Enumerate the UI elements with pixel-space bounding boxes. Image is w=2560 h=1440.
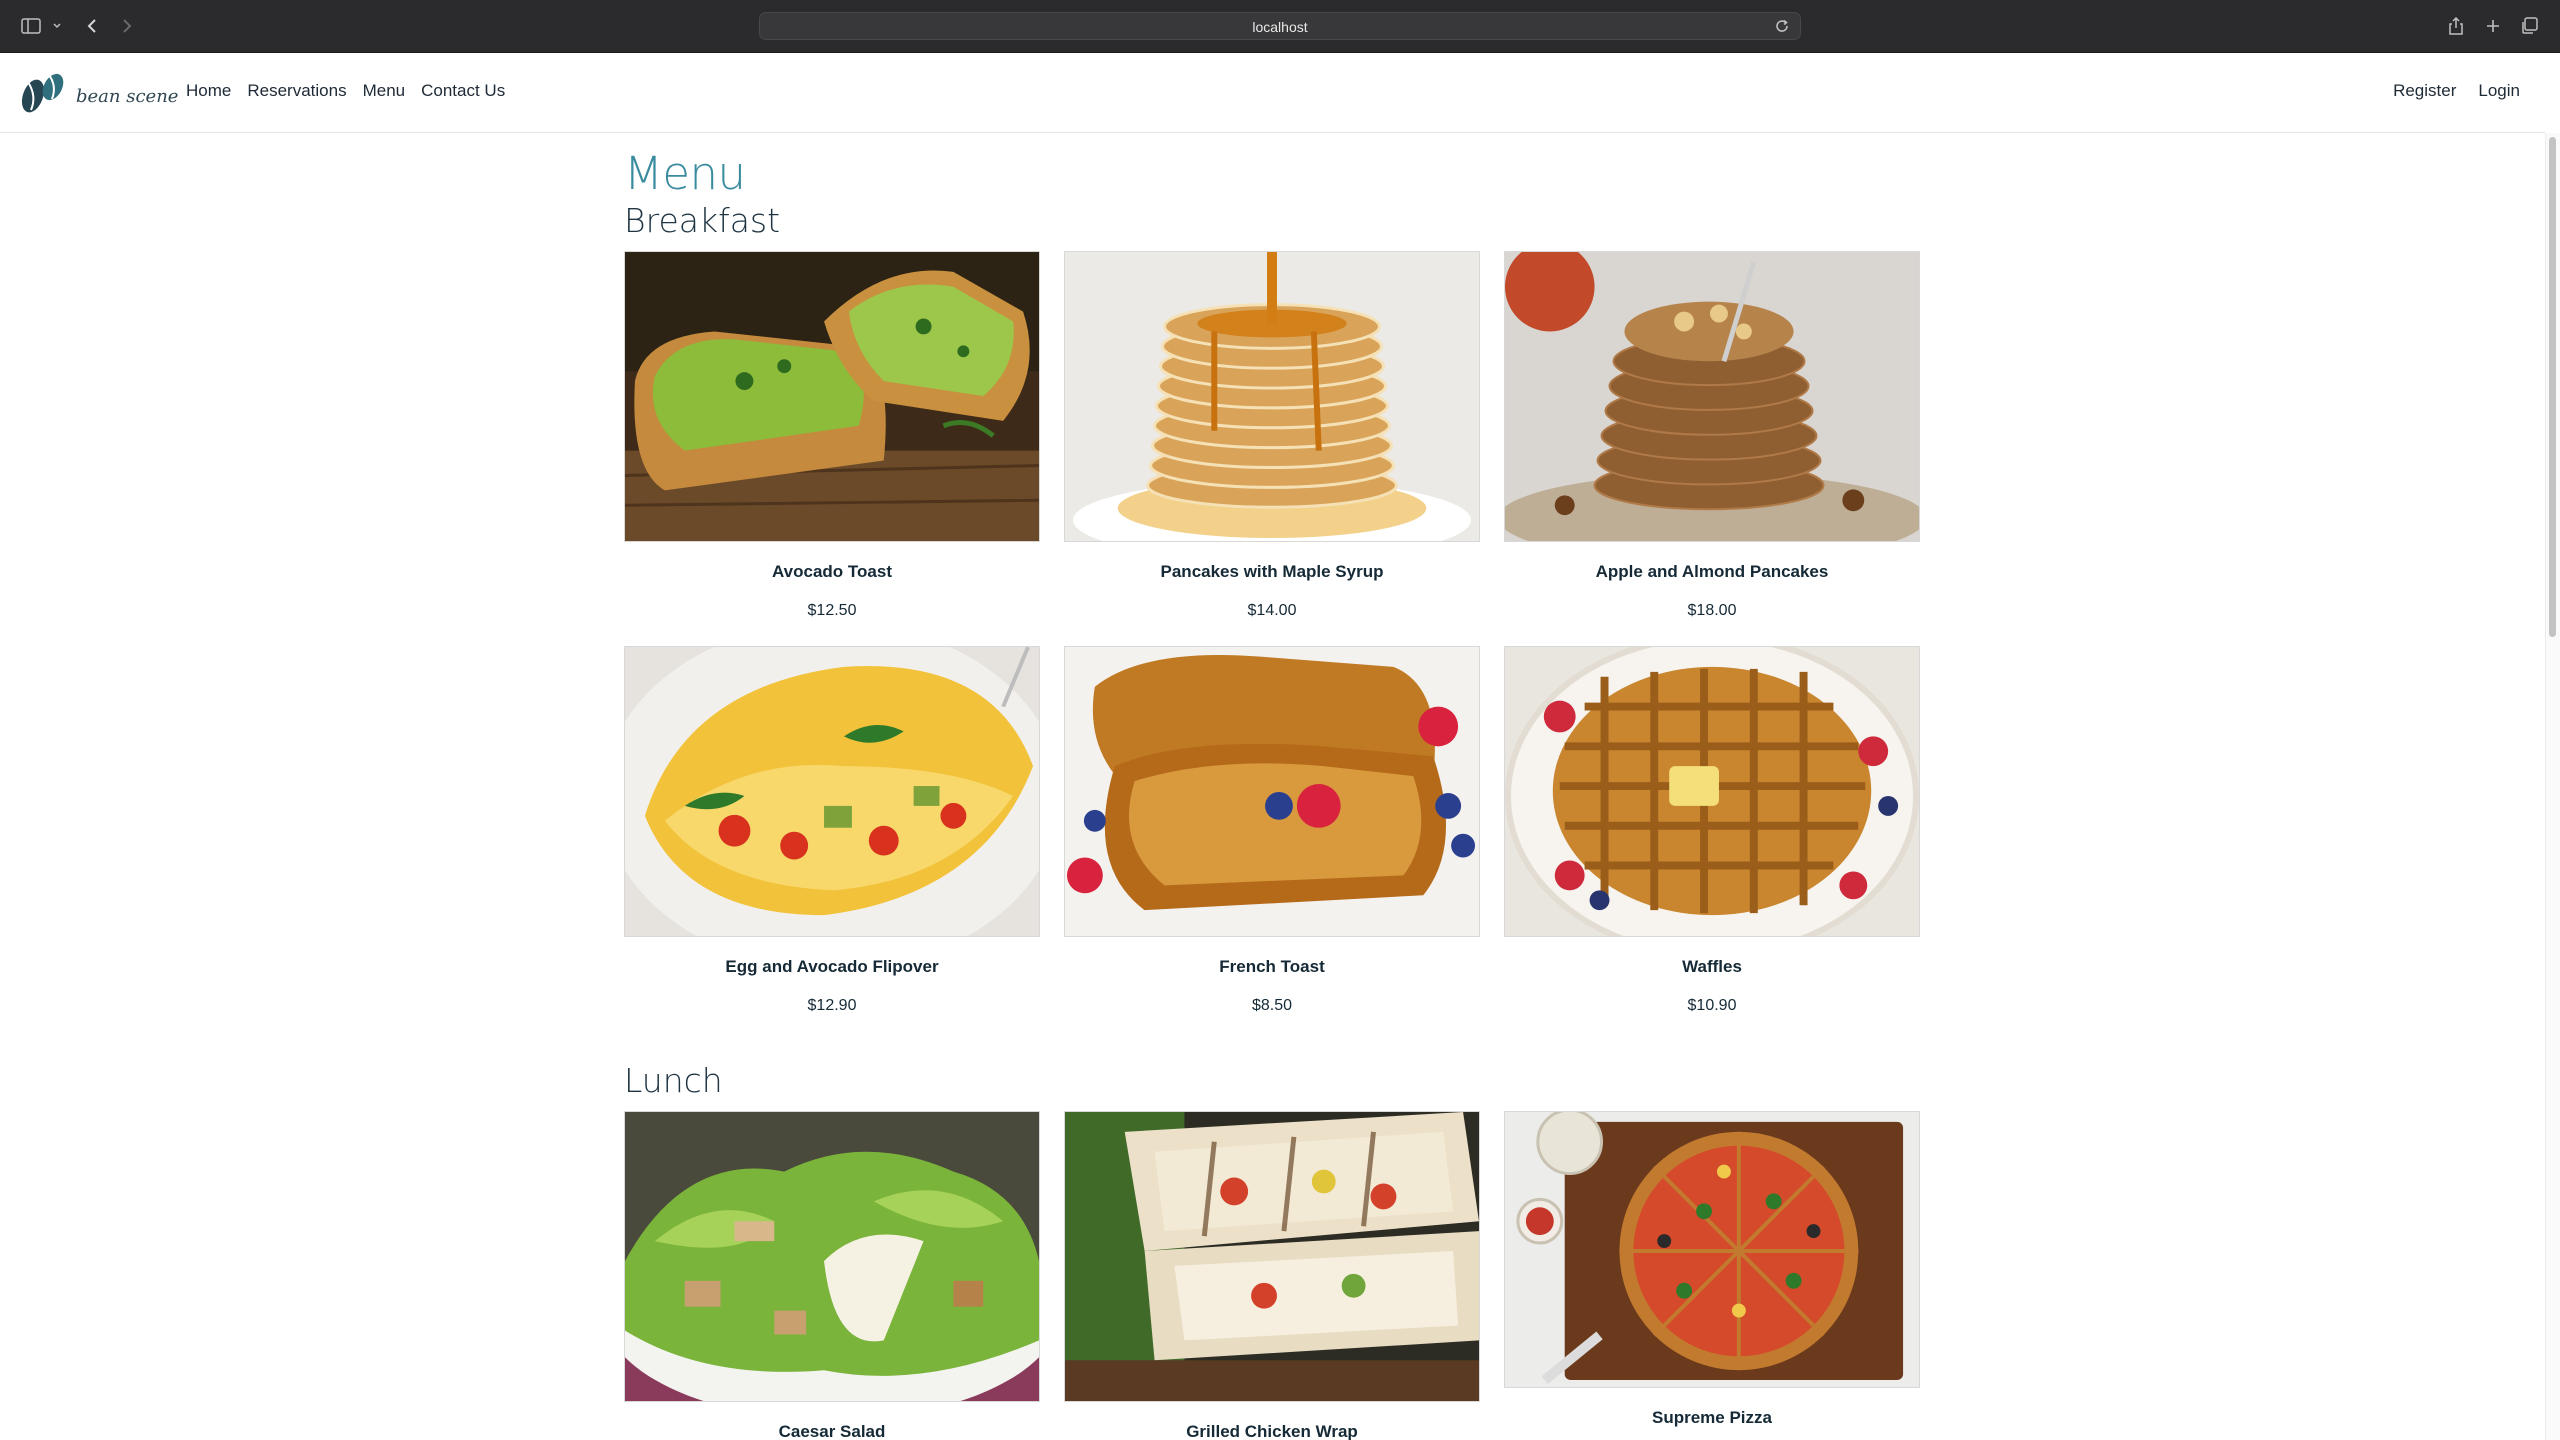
coffee-bean-logo-icon — [21, 73, 64, 113]
menu-item-price: $8.50 — [1251, 997, 1293, 1014]
menu-item-name: Apple and Almond Pancakes — [1595, 562, 1829, 581]
account-nav: Register Login — [2371, 81, 2520, 101]
menu-item-name: Waffles — [1682, 957, 1742, 976]
french-toast-photo — [1064, 646, 1480, 937]
caesar-salad-photo — [624, 1111, 1040, 1402]
url-text: localhost — [1252, 19, 1308, 35]
sidebar-toggle-icon[interactable] — [18, 13, 44, 39]
supreme-pizza-photo — [1504, 1111, 1920, 1388]
nav-reservations-link[interactable]: Reservations — [247, 81, 346, 101]
back-icon[interactable] — [82, 13, 102, 39]
menu-item-price: $12.50 — [807, 602, 857, 619]
scrollbar-thumb[interactable] — [2549, 137, 2556, 637]
nav-menu-link[interactable]: Menu — [363, 81, 406, 101]
menu-item-price: $14.00 — [1247, 602, 1297, 619]
tab-overview-icon[interactable] — [2518, 13, 2540, 39]
login-link[interactable]: Login — [2478, 81, 2520, 101]
brand-name: bean scene — [76, 85, 179, 107]
brand-logo[interactable]: bean scene — [18, 70, 178, 116]
menu-item-card[interactable]: Supreme Pizza — [1504, 1111, 1920, 1440]
breakfast-grid: Avocado Toast $12.50 Pancakes with Maple… — [624, 251, 1920, 1041]
menu-item-name: Grilled Chicken Wrap — [1186, 1422, 1358, 1440]
section-title-lunch: Lunch — [624, 1061, 723, 1100]
menu-item-name: Caesar Salad — [778, 1422, 886, 1440]
menu-item-price: $12.90 — [807, 997, 857, 1014]
page-title: Menu — [624, 147, 746, 200]
menu-item-card[interactable]: Grilled Chicken Wrap — [1064, 1111, 1480, 1440]
menu-item-name: Supreme Pizza — [1652, 1408, 1772, 1427]
chevron-down-icon[interactable] — [50, 13, 64, 39]
forward-icon[interactable] — [117, 13, 137, 39]
menu-item-card[interactable]: Waffles $10.90 — [1504, 646, 1920, 1041]
address-bar[interactable]: localhost — [759, 12, 1801, 40]
register-link[interactable]: Register — [2393, 81, 2456, 101]
menu-item-card[interactable]: Egg and Avocado Flipover $12.90 — [624, 646, 1040, 1041]
menu-item-price: $10.90 — [1687, 997, 1737, 1014]
menu-item-card[interactable]: Pancakes with Maple Syrup $14.00 — [1064, 251, 1480, 646]
nav-contact-link[interactable]: Contact Us — [421, 81, 505, 101]
site-navbar: bean scene Home Reservations Menu Contac… — [0, 53, 2545, 133]
lunch-grid: Caesar Salad Grilled Chicken Wrap Suprem… — [624, 1111, 1920, 1440]
grilled-chicken-wrap-photo — [1064, 1111, 1480, 1402]
reload-icon[interactable] — [1774, 18, 1790, 34]
menu-item-card[interactable]: Caesar Salad — [624, 1111, 1040, 1440]
nav-home-link[interactable]: Home — [186, 81, 231, 101]
menu-item-card[interactable]: Apple and Almond Pancakes $18.00 — [1504, 251, 1920, 646]
menu-item-price: $18.00 — [1687, 602, 1737, 619]
menu-item-card[interactable]: Avocado Toast $12.50 — [624, 251, 1040, 646]
avocado-toast-photo — [624, 251, 1040, 542]
waffles-photo — [1504, 646, 1920, 937]
pancakes-photo — [1064, 251, 1480, 542]
share-icon[interactable] — [2445, 13, 2467, 39]
primary-nav: Home Reservations Menu Contact Us — [186, 81, 521, 101]
menu-item-name: Egg and Avocado Flipover — [725, 957, 939, 976]
menu-item-card[interactable]: French Toast $8.50 — [1064, 646, 1480, 1041]
apple-almond-pancakes-photo — [1504, 251, 1920, 542]
browser-toolbar: localhost — [0, 0, 2560, 53]
egg-avocado-flipover-photo — [624, 646, 1040, 937]
menu-item-name: French Toast — [1219, 957, 1325, 976]
new-tab-icon[interactable] — [2482, 13, 2504, 39]
section-title-breakfast: Breakfast — [624, 201, 781, 240]
menu-item-name: Avocado Toast — [772, 562, 892, 581]
menu-item-name: Pancakes with Maple Syrup — [1160, 562, 1384, 581]
